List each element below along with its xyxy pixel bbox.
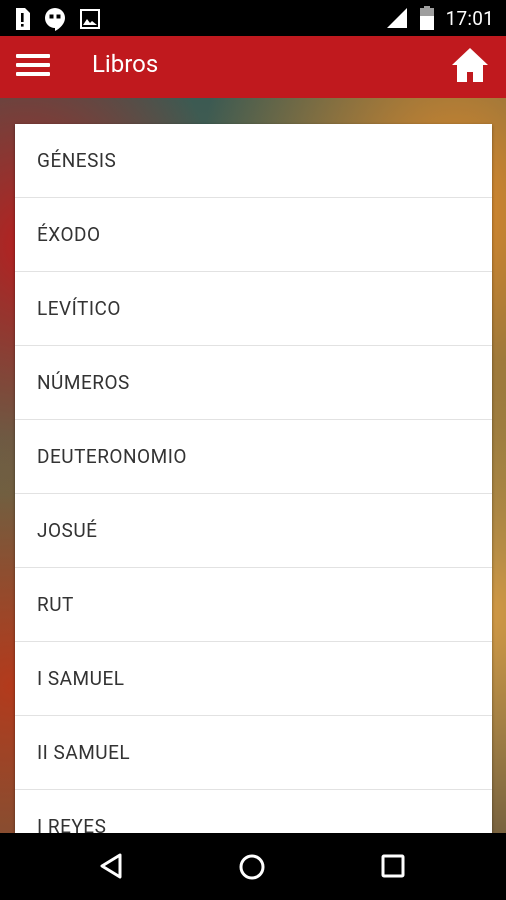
- navigation-bar: [0, 833, 506, 900]
- list-item-label: NÚMEROS: [37, 371, 130, 394]
- list-item-label: ÉXODO: [37, 223, 101, 246]
- list-item-genesis[interactable]: GÉNESIS: [15, 124, 492, 198]
- books-list: GÉNESIS ÉXODO LEVÍTICO NÚMEROS DEUTERONO…: [15, 124, 492, 833]
- list-item-i-reyes[interactable]: I REYES: [15, 790, 492, 833]
- back-triangle-icon: [100, 853, 122, 879]
- list-item-deuteronomio[interactable]: DEUTERONOMIO: [15, 420, 492, 494]
- home-nav-button[interactable]: [236, 851, 272, 883]
- list-item-label: JOSUÉ: [37, 519, 98, 542]
- back-button[interactable]: [96, 851, 132, 883]
- notification-icons: [14, 7, 100, 31]
- list-item-ii-samuel[interactable]: II SAMUEL: [15, 716, 492, 790]
- list-item-rut[interactable]: RUT: [15, 568, 492, 642]
- app-bar: Libros: [0, 36, 506, 98]
- list-item-josue[interactable]: JOSUÉ: [15, 494, 492, 568]
- status-bar: 17:01: [0, 0, 506, 36]
- menu-button[interactable]: [14, 50, 56, 84]
- page-title: Libros: [92, 50, 159, 78]
- list-item-label: DEUTERONOMIO: [37, 445, 187, 468]
- clock: 17:01: [445, 6, 494, 30]
- system-icons: 17:01: [386, 6, 494, 30]
- list-item-label: GÉNESIS: [37, 149, 117, 172]
- home-circle-icon: [239, 854, 265, 880]
- image-icon: [80, 9, 100, 29]
- list-item-label: RUT: [37, 593, 74, 616]
- list-item-exodo[interactable]: ÉXODO: [15, 198, 492, 272]
- recents-square-icon: [381, 854, 405, 878]
- list-item-numeros[interactable]: NÚMEROS: [15, 346, 492, 420]
- battery-icon: [419, 6, 434, 30]
- list-item-label: I SAMUEL: [37, 667, 125, 690]
- signal-icon: [386, 8, 407, 28]
- home-button[interactable]: [450, 46, 492, 86]
- hangouts-icon: [45, 8, 65, 31]
- list-item-levitico[interactable]: LEVÍTICO: [15, 272, 492, 346]
- list-item-label: II SAMUEL: [37, 741, 131, 764]
- hamburger-menu-icon: [16, 54, 50, 76]
- home-icon: [452, 48, 488, 82]
- list-item-label: LEVÍTICO: [37, 297, 121, 320]
- recents-button[interactable]: [378, 851, 414, 883]
- list-item-label: I REYES: [37, 815, 107, 833]
- list-item-i-samuel[interactable]: I SAMUEL: [15, 642, 492, 716]
- sim-alert-icon: [16, 8, 30, 30]
